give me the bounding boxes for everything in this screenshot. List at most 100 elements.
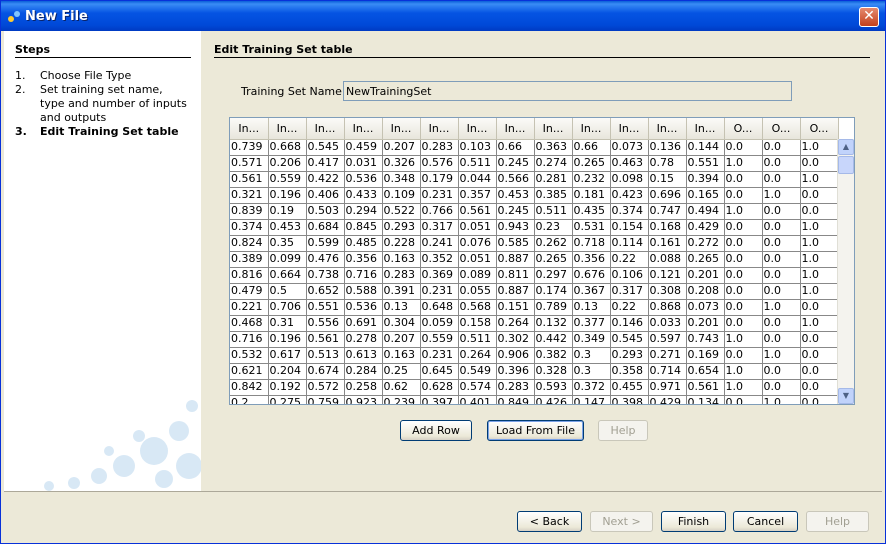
table-cell[interactable]: 0.0	[762, 283, 801, 300]
table-cell[interactable]: 0.317	[610, 283, 649, 300]
table-cell[interactable]: 1.0	[800, 315, 839, 332]
table-cell[interactable]: 0.0	[762, 155, 801, 172]
help-inner-button[interactable]: Help	[598, 420, 648, 441]
table-cell[interactable]: 0.453	[268, 219, 307, 236]
table-cell[interactable]: 0.479	[230, 283, 269, 300]
table-cell[interactable]: 0.283	[420, 139, 459, 156]
table-cell[interactable]: 0.561	[458, 203, 497, 220]
table-cell[interactable]: 0.668	[268, 139, 307, 156]
table-cell[interactable]: 0.887	[496, 283, 535, 300]
column-header[interactable]: In...	[382, 118, 421, 140]
table-cell[interactable]: 0.511	[458, 331, 497, 348]
table-cell[interactable]: 0.326	[382, 155, 421, 172]
table-cell[interactable]: 0.134	[686, 395, 725, 404]
table-cell[interactable]: 0.417	[306, 155, 345, 172]
table-cell[interactable]: 0.0	[762, 267, 801, 284]
table-cell[interactable]: 0.278	[344, 331, 383, 348]
column-header[interactable]: In...	[610, 118, 649, 140]
table-cell[interactable]: 0.0	[800, 363, 839, 380]
table-cell[interactable]: 0.0	[724, 299, 763, 316]
training-set-table[interactable]: In... In... In... In... In... In... In... In...…	[229, 117, 855, 405]
table-cell[interactable]: 0.294	[344, 203, 383, 220]
training-set-grid[interactable]: In... In... In... In... In... In... In... In...…	[230, 118, 839, 404]
table-cell[interactable]: 0.426	[534, 395, 573, 404]
table-cell[interactable]: 0.206	[268, 155, 307, 172]
column-header[interactable]: In...	[458, 118, 497, 140]
scroll-up-arrow-icon[interactable]: ▲	[838, 139, 854, 155]
table-cell[interactable]: 0.394	[686, 171, 725, 188]
table-cell[interactable]: 0.551	[686, 155, 725, 172]
table-cell[interactable]: 0.585	[496, 235, 535, 252]
table-cell[interactable]: 0.31	[268, 315, 307, 332]
table-cell[interactable]: 0.265	[572, 155, 611, 172]
table-cell[interactable]: 0.358	[610, 363, 649, 380]
table-cell[interactable]: 0.0	[762, 363, 801, 380]
table-cell[interactable]: 0.0	[762, 203, 801, 220]
table-cell[interactable]: 0.842	[230, 379, 269, 396]
table-cell[interactable]: 0.136	[648, 139, 687, 156]
table-cell[interactable]: 0.849	[496, 395, 535, 404]
table-cell[interactable]: 0.674	[306, 363, 345, 380]
table-cell[interactable]: 0.114	[610, 235, 649, 252]
table-cell[interactable]: 0.401	[458, 395, 497, 404]
table-cell[interactable]: 1.0	[800, 219, 839, 236]
table-cell[interactable]: 0.22	[610, 251, 649, 268]
table-cell[interactable]: 1.0	[762, 347, 801, 364]
table-cell[interactable]: 0.824	[230, 235, 269, 252]
table-cell[interactable]: 0.839	[230, 203, 269, 220]
table-cell[interactable]: 0.556	[306, 315, 345, 332]
column-header[interactable]: In...	[230, 118, 269, 140]
table-cell[interactable]: 0.059	[420, 315, 459, 332]
table-cell[interactable]: 0.0	[762, 171, 801, 188]
table-cell[interactable]: 1.0	[800, 139, 839, 156]
table-cell[interactable]: 0.0	[762, 251, 801, 268]
column-header[interactable]: In...	[268, 118, 307, 140]
table-cell[interactable]: 0.559	[420, 331, 459, 348]
table-cell[interactable]: 0.3	[572, 347, 611, 364]
table-cell[interactable]: 0.887	[496, 251, 535, 268]
table-cell[interactable]: 0.207	[382, 331, 421, 348]
table-cell[interactable]: 0.652	[306, 283, 345, 300]
table-cell[interactable]: 0.228	[382, 235, 421, 252]
table-cell[interactable]: 1.0	[724, 379, 763, 396]
table-cell[interactable]: 0.0	[724, 395, 763, 404]
table-cell[interactable]: 0.231	[420, 187, 459, 204]
table-cell[interactable]: 0.169	[686, 347, 725, 364]
table-cell[interactable]: 0.716	[230, 331, 269, 348]
table-cell[interactable]: 0.0	[762, 139, 801, 156]
table-cell[interactable]: 1.0	[762, 299, 801, 316]
table-cell[interactable]: 0.759	[306, 395, 345, 404]
table-cell[interactable]: 0.22	[610, 299, 649, 316]
table-cell[interactable]: 0.154	[610, 219, 649, 236]
table-cell[interactable]: 0.664	[268, 267, 307, 284]
table-cell[interactable]: 0.109	[382, 187, 421, 204]
table-cell[interactable]: 0.561	[306, 331, 345, 348]
table-cell[interactable]: 0.561	[686, 379, 725, 396]
table-cell[interactable]: 0.232	[572, 171, 611, 188]
table-cell[interactable]: 0.293	[382, 219, 421, 236]
table-cell[interactable]: 0.374	[610, 203, 649, 220]
table-cell[interactable]: 0.356	[572, 251, 611, 268]
table-cell[interactable]: 0.549	[458, 363, 497, 380]
table-cell[interactable]: 0.706	[268, 299, 307, 316]
table-cell[interactable]: 0.076	[458, 235, 497, 252]
table-cell[interactable]: 0.485	[344, 235, 383, 252]
table-cell[interactable]: 0.13	[572, 299, 611, 316]
table-cell[interactable]: 0.559	[268, 171, 307, 188]
scroll-down-arrow-icon[interactable]: ▼	[838, 388, 854, 404]
table-cell[interactable]: 0.207	[382, 139, 421, 156]
table-cell[interactable]: 0.0	[800, 331, 839, 348]
table-cell[interactable]: 0.317	[420, 219, 459, 236]
table-cell[interactable]: 0.545	[306, 139, 345, 156]
table-cell[interactable]: 0.168	[648, 219, 687, 236]
table-cell[interactable]: 1.0	[762, 395, 801, 404]
table-cell[interactable]: 0.435	[572, 203, 611, 220]
table-cell[interactable]: 1.0	[724, 203, 763, 220]
table-cell[interactable]: 0.382	[534, 347, 573, 364]
table-cell[interactable]: 0.811	[496, 267, 535, 284]
column-header[interactable]: In...	[534, 118, 573, 140]
table-cell[interactable]: 0.0	[800, 347, 839, 364]
table-cell[interactable]: 0.0	[724, 139, 763, 156]
table-cell[interactable]: 0.144	[686, 139, 725, 156]
table-cell[interactable]: 0.196	[268, 331, 307, 348]
